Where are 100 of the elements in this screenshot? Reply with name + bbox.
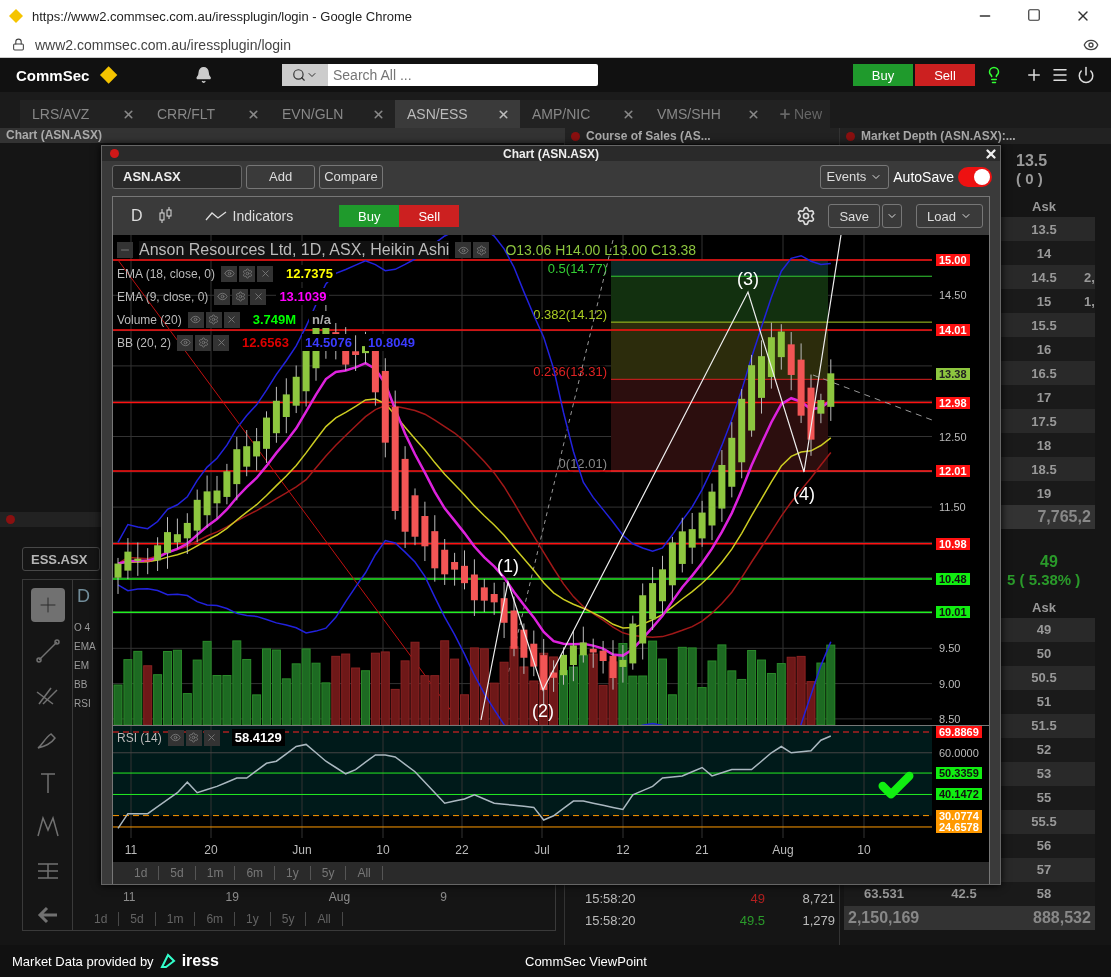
legend-text: EM: [74, 660, 89, 671]
date-label: Jul: [534, 843, 550, 857]
indicator-value: 58.4129: [231, 729, 285, 746]
last-price: 49: [1040, 552, 1058, 571]
ask-cell-text: 19: [1035, 485, 1053, 501]
time-cell-text: 15:58:20: [585, 890, 637, 906]
buy-button[interactable]: Buy: [339, 205, 400, 227]
period-button[interactable]: 6m: [235, 866, 276, 880]
period-button[interactable]: All: [346, 866, 383, 880]
new-tab-button[interactable]: New: [770, 100, 830, 128]
indicator-value: 13.1039: [276, 288, 330, 305]
ask-cell-text: 18.5: [1030, 461, 1058, 477]
price-change: 5 ( 5.38% ): [1007, 570, 1081, 588]
depth-cell: 2,: [1084, 269, 1095, 285]
save-button[interactable]: Save: [828, 204, 881, 228]
axis-label: 12.50: [938, 430, 968, 443]
date-label: 19: [225, 890, 239, 906]
tab-label: VMS/SHH: [657, 106, 721, 122]
provider-logo: iress: [181, 952, 219, 970]
events-dropdown[interactable]: Events: [819, 164, 890, 189]
depth-cell-text: 63.531: [863, 886, 905, 901]
ask-cell-text: 49: [1035, 622, 1053, 637]
axis-label: 11.50: [938, 501, 967, 514]
interval-button[interactable]: D: [131, 207, 143, 225]
date-label: 22: [455, 843, 469, 857]
panel-header: Chart (ASN.ASX): [0, 128, 564, 143]
indicators-button[interactable]: Indicators: [232, 208, 294, 224]
workspace-tab[interactable]: ASN/ESS: [395, 100, 520, 128]
period-button[interactable]: 5d: [119, 912, 156, 926]
price-tag: 14.01: [936, 323, 970, 336]
price-change: ( 0 ): [1016, 170, 1043, 187]
ask-cell-text: 16.5: [1030, 365, 1058, 381]
ask-cell-text: 14.5: [1030, 269, 1058, 285]
tab-label: LRS/AVZ: [32, 106, 90, 122]
workspace-tab[interactable]: LRS/AVZ: [20, 100, 145, 128]
ask-cell-text: 58: [1035, 886, 1053, 901]
wave-label: (1): [497, 556, 519, 576]
legend-text: EMA: [74, 641, 96, 652]
legend-text: BB: [74, 679, 88, 690]
last-price: 13.5: [1016, 152, 1048, 170]
buy-button[interactable]: Buy: [853, 64, 913, 86]
depth-cell: 1,: [1084, 293, 1095, 309]
workspace-tab[interactable]: VMS/SHH: [645, 100, 770, 128]
workspace-tab[interactable]: CRR/FLT: [145, 100, 270, 128]
period-button[interactable]: 1d: [83, 912, 120, 926]
search-field[interactable]: Search All ...: [327, 66, 598, 84]
time-cell-text: 15:58:20: [585, 912, 637, 928]
ask-cell-text: 14: [1035, 245, 1053, 261]
tab-label: ASN/ESS: [407, 106, 468, 122]
ask-cell-text: 51: [1035, 694, 1053, 709]
period-button[interactable]: 1y: [235, 912, 271, 926]
volume-cell-text: 1,279: [801, 912, 835, 928]
ask-cell-text: 50: [1035, 646, 1053, 661]
symbol-field[interactable]: ESS.ASX: [22, 547, 100, 571]
column-header: Ask: [1031, 599, 1057, 615]
period-button[interactable]: 5y: [310, 866, 347, 880]
column-header: Ask: [1031, 199, 1057, 214]
indicator-name: Volume (20): [117, 312, 182, 327]
tab-label: EVN/GLN: [282, 106, 344, 122]
fibonacci-label: 0.5(14.77): [547, 261, 607, 277]
price-tag: 50.3359: [936, 767, 982, 780]
ask-cell-text: 17.5: [1030, 413, 1058, 429]
add-button[interactable]: Add: [246, 164, 316, 189]
date-label: 11: [124, 843, 138, 857]
total-value: 888,532: [1033, 908, 1091, 927]
price-tag: 10.01: [936, 606, 970, 619]
url-text[interactable]: www2.commsec.com.au/iressplugin/login: [35, 36, 291, 53]
panel-title: Course of Sales (AS...: [586, 129, 711, 143]
workspace-tab[interactable]: EVN/GLN: [270, 100, 395, 128]
period-button[interactable]: 1y: [275, 866, 311, 880]
browser-title: https://www2.commsec.com.au/iressplugin/login - Google Chrome: [32, 8, 413, 24]
period-button[interactable]: All: [306, 912, 343, 926]
ask-cell-text: 55.5: [1030, 814, 1058, 829]
date-label: 20: [204, 843, 218, 857]
indicator-name: BB (20, 2): [117, 335, 172, 350]
search-box[interactable]: Search All ...: [281, 64, 598, 86]
workspace-tab[interactable]: AMP/NIC: [520, 100, 645, 128]
price-cell-text: 49.5: [738, 912, 765, 928]
period-button[interactable]: 1m: [195, 866, 236, 880]
price-tag: 15.00: [936, 254, 970, 266]
load-dropdown[interactable]: Load: [916, 204, 983, 228]
indicator-name: EMA (18, close, 0): [117, 266, 216, 281]
sell-button[interactable]: Sell: [399, 205, 460, 227]
date-label: 11: [123, 890, 136, 906]
date-label: Aug: [772, 843, 794, 857]
volume-cell-text: 8,721: [801, 890, 835, 906]
period-button[interactable]: 5y: [270, 912, 307, 926]
sell-button[interactable]: Sell: [915, 64, 975, 86]
period-button[interactable]: 6m: [195, 912, 236, 926]
price-cell-text: 49: [749, 890, 765, 906]
period-button[interactable]: 1m: [155, 912, 196, 926]
price-tag: 12.01: [936, 465, 970, 478]
compare-button[interactable]: Compare: [319, 164, 383, 189]
interval-label[interactable]: D: [73, 580, 94, 614]
axis-label: 60.0000: [938, 746, 980, 759]
period-button[interactable]: 1d: [123, 866, 160, 880]
period-button[interactable]: 5d: [159, 866, 196, 880]
ask-cell-text: 53: [1035, 766, 1053, 781]
symbol-field[interactable]: ASN.ASX: [112, 164, 242, 189]
tab-label: CRR/FLT: [157, 106, 216, 122]
